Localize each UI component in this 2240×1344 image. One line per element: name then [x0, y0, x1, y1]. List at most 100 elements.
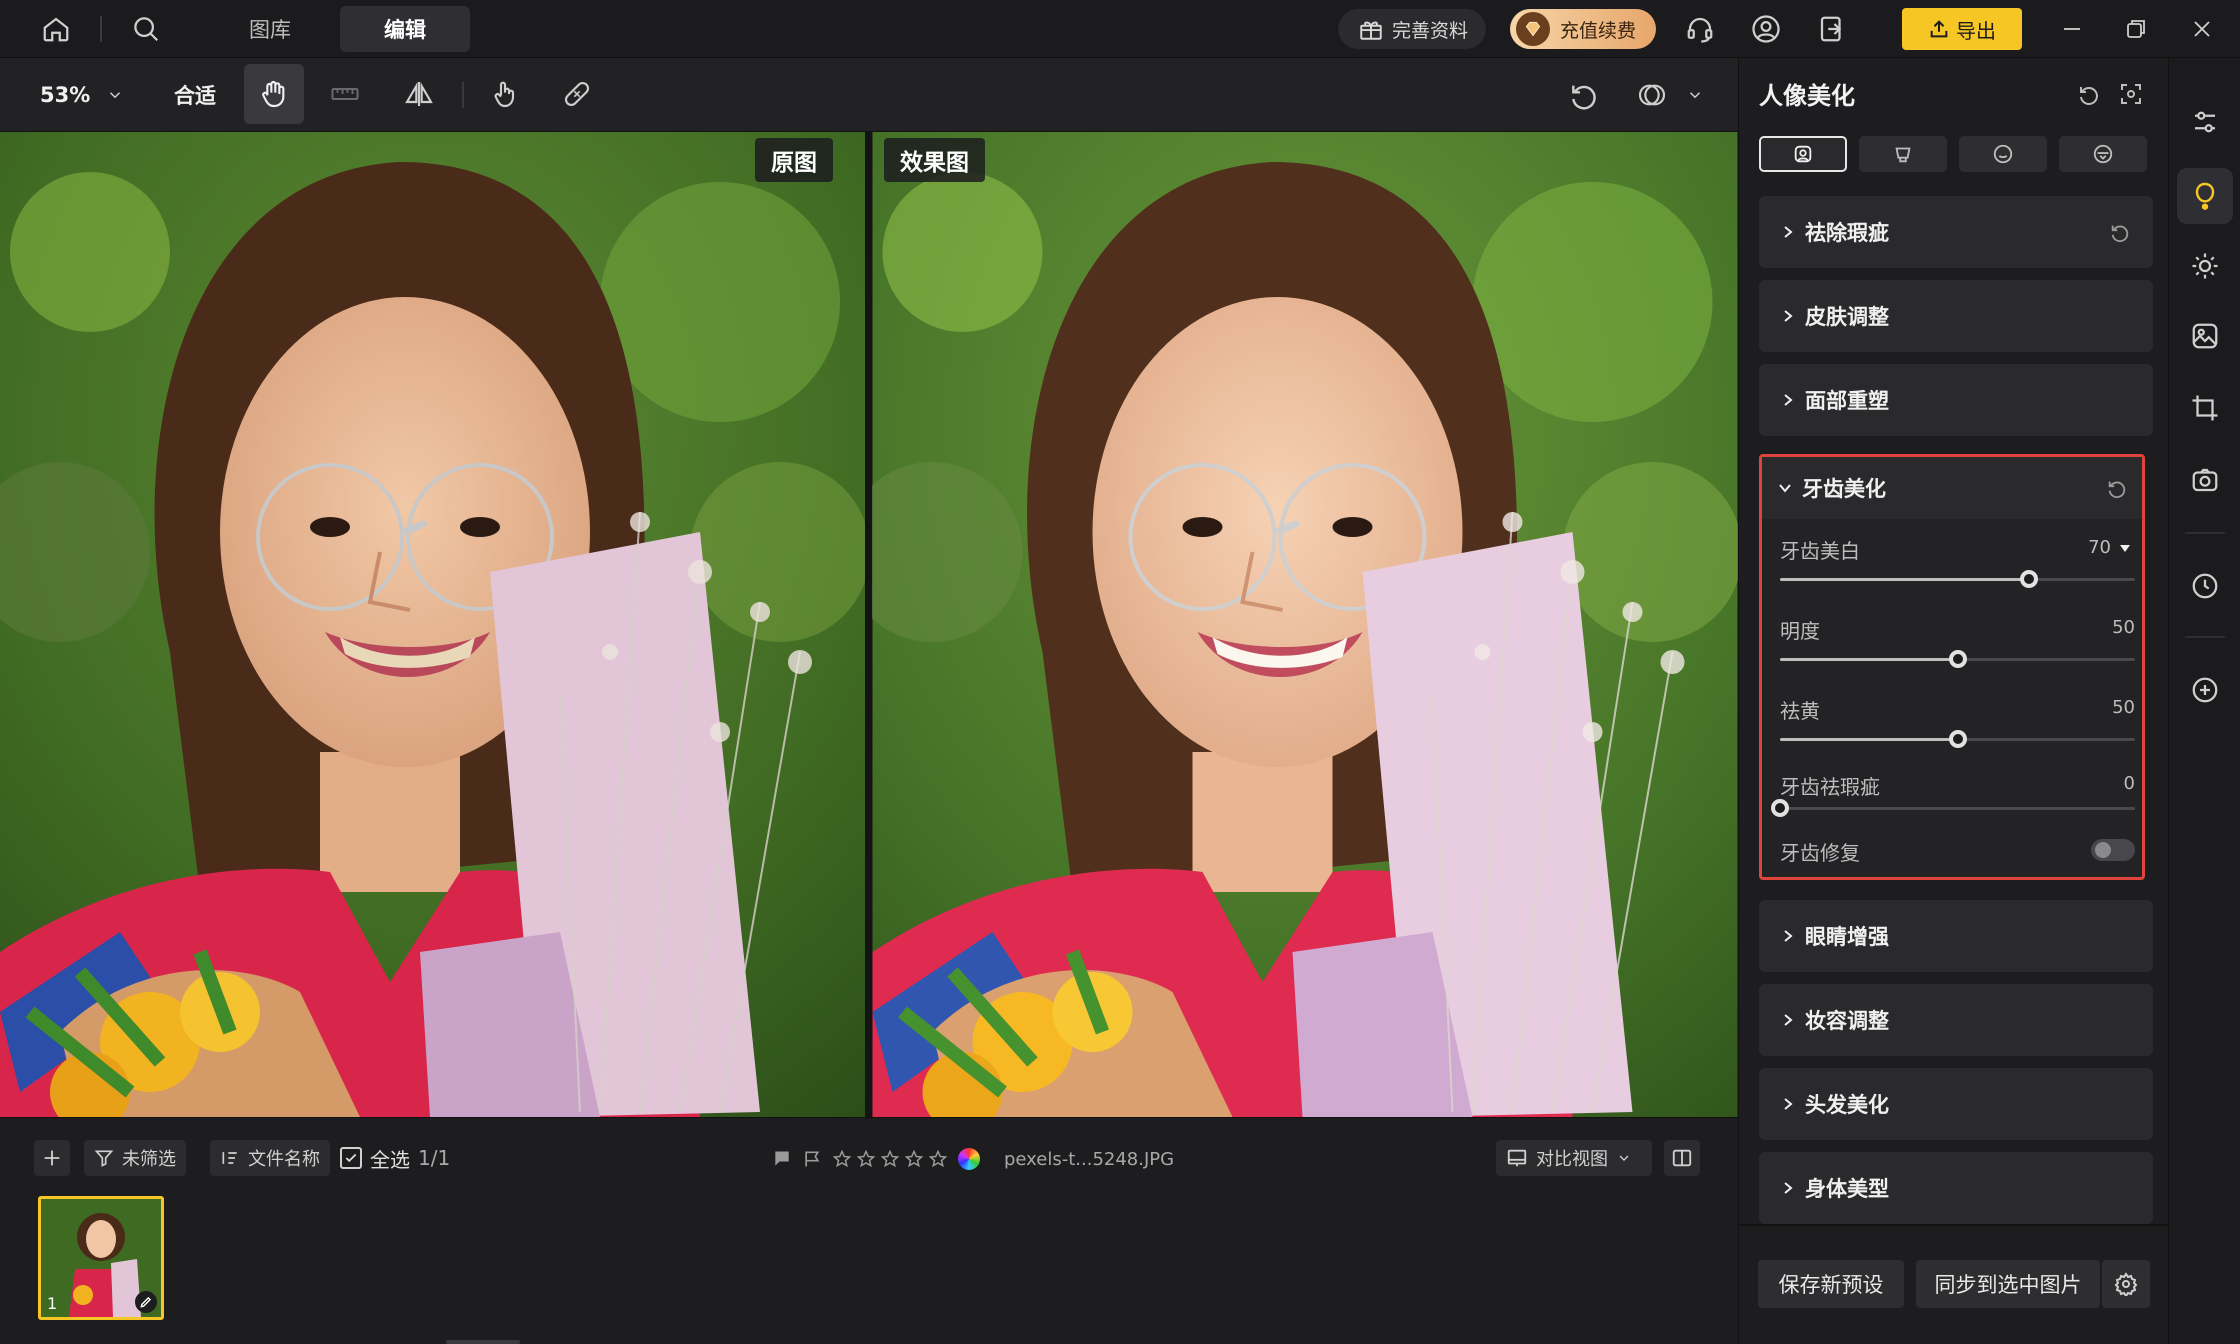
select-all-checkbox[interactable]: 全选 1/1 [340, 1140, 450, 1176]
section-label: 眼睛增强 [1805, 925, 1889, 949]
selection-count: 1/1 [418, 1146, 451, 1170]
search-icon[interactable] [126, 9, 166, 49]
image-adjust-icon[interactable] [2177, 308, 2233, 364]
auto-face-icon[interactable] [2115, 78, 2147, 110]
add-plugin-icon[interactable] [2177, 662, 2233, 718]
star-icon[interactable] [832, 1149, 852, 1169]
history-clock-icon[interactable] [2177, 558, 2233, 614]
split-view-icon[interactable] [1664, 1140, 1700, 1176]
slider-value[interactable]: 50 [2112, 697, 2135, 718]
mask-compare-icon[interactable] [1630, 74, 1674, 116]
chevron-right-icon [1781, 225, 1795, 239]
export-button[interactable]: 导出 [1902, 8, 2022, 50]
section-blemish[interactable]: 祛除瑕疵 [1759, 196, 2153, 268]
image-canvas[interactable]: 原图 效果图 [0, 132, 1738, 1117]
filter-icon [94, 1148, 114, 1168]
vip-gem-icon [1516, 12, 1550, 46]
flag-pick-icon[interactable] [772, 1149, 792, 1169]
add-icon[interactable] [34, 1140, 70, 1176]
divider [100, 16, 102, 42]
star-icon[interactable] [856, 1149, 876, 1169]
tab-edit[interactable]: 编辑 [340, 6, 470, 52]
touch-pointer-icon[interactable] [482, 74, 528, 114]
chevron-down-icon [106, 86, 124, 104]
section-hair[interactable]: 头发美化 [1759, 1068, 2153, 1140]
chevron-right-icon [1781, 393, 1795, 407]
panel-title: 人像美化 [1759, 82, 1855, 110]
sliders-icon[interactable] [2177, 94, 2233, 150]
compare-view-icon [1506, 1147, 1528, 1169]
original-image: 原图 [0, 132, 865, 1117]
body-tab-icon[interactable] [2059, 136, 2147, 172]
filmstrip-scrollbar[interactable] [446, 1340, 520, 1344]
slider-track[interactable] [1780, 570, 2135, 588]
slider-value[interactable]: 0 [2124, 773, 2135, 794]
fit-button[interactable]: 合适 [174, 76, 216, 114]
slider-value[interactable]: 70 [2088, 537, 2131, 558]
compare-view-button[interactable]: 对比视图 [1496, 1140, 1652, 1176]
user-avatar-icon[interactable] [1746, 9, 1786, 49]
restore-icon[interactable] [2116, 9, 2156, 49]
minimize-icon[interactable] [2052, 9, 2092, 49]
chevron-down-icon [1778, 481, 1792, 495]
reset-icon[interactable] [2073, 78, 2105, 110]
thumbnail[interactable]: 1 [38, 1196, 164, 1320]
section-body[interactable]: 身体美型 [1759, 1152, 2153, 1224]
ruler-icon[interactable] [322, 74, 368, 114]
color-label-icon[interactable] [958, 1148, 980, 1170]
crop-icon[interactable] [2177, 380, 2233, 436]
recharge-button[interactable]: 充值续费 [1510, 9, 1656, 49]
flag-reject-icon[interactable] [802, 1149, 822, 1169]
makeup-tab-icon[interactable] [1859, 136, 1947, 172]
reset-icon[interactable] [2106, 477, 2128, 499]
reset-icon[interactable] [2109, 221, 2131, 243]
section-skin[interactable]: 皮肤调整 [1759, 280, 2153, 352]
slider-track[interactable] [1780, 650, 2135, 668]
thumbnail-index: 1 [47, 1294, 58, 1313]
section-teeth-header[interactable]: 牙齿美化 [1762, 457, 2142, 519]
save-preset-button[interactable]: 保存新预设 [1758, 1260, 1904, 1308]
bandage-icon[interactable] [554, 74, 600, 114]
slider-knob[interactable] [1771, 799, 1789, 817]
slider-track[interactable] [1771, 799, 2135, 817]
sort-button[interactable]: 文件名称 [210, 1140, 330, 1176]
slider-knob[interactable] [1948, 730, 1967, 748]
recharge-label: 充值续费 [1560, 19, 1637, 42]
section-face-reshape[interactable]: 面部重塑 [1759, 364, 2153, 436]
star-icon[interactable] [904, 1149, 924, 1169]
filter-button[interactable]: 未筛选 [84, 1140, 186, 1176]
star-icon[interactable] [880, 1149, 900, 1169]
chevron-down-icon[interactable] [1682, 80, 1708, 110]
slider-value[interactable]: 50 [2112, 617, 2135, 638]
section-makeup[interactable]: 妆容调整 [1759, 984, 2153, 1056]
slider-knob[interactable] [1948, 650, 1967, 668]
teeth-repair-toggle[interactable] [2091, 839, 2135, 861]
undo-icon[interactable] [1562, 74, 1606, 116]
result-label: 效果图 [884, 138, 985, 182]
face-tab-icon[interactable] [1959, 136, 2047, 172]
section-label: 头发美化 [1805, 1093, 1889, 1117]
slider-knob[interactable] [2019, 570, 2038, 588]
slider-track[interactable] [1780, 730, 2135, 748]
close-icon[interactable] [2182, 9, 2222, 49]
sync-selected-button[interactable]: 同步到选中图片 [1916, 1260, 2100, 1308]
portrait-beauty-icon[interactable] [2177, 168, 2233, 224]
title-bar: 图库 编辑 完善资料 充值续费 导出 [0, 0, 2240, 58]
tab-library[interactable]: 图库 [222, 6, 318, 52]
camera-icon[interactable] [2177, 452, 2233, 508]
hand-tool-icon[interactable] [244, 64, 304, 124]
support-headset-icon[interactable] [1680, 9, 1720, 49]
slider-label: 牙齿祛瑕疵 [1780, 775, 1880, 799]
star-icon[interactable] [928, 1149, 948, 1169]
flip-icon[interactable] [396, 74, 442, 114]
portrait-tab-icon[interactable] [1759, 136, 1847, 172]
settings-gear-icon[interactable] [2102, 1260, 2150, 1308]
zoom-select[interactable]: 53% [40, 76, 124, 114]
section-eyes[interactable]: 眼睛增强 [1759, 900, 2153, 972]
complete-profile-button[interactable]: 完善资料 [1338, 9, 1486, 49]
home-icon[interactable] [36, 9, 76, 49]
light-sun-icon[interactable] [2177, 238, 2233, 294]
divider [1739, 1224, 2169, 1226]
star-rating[interactable] [832, 1149, 948, 1169]
sign-in-icon[interactable] [1812, 9, 1852, 49]
